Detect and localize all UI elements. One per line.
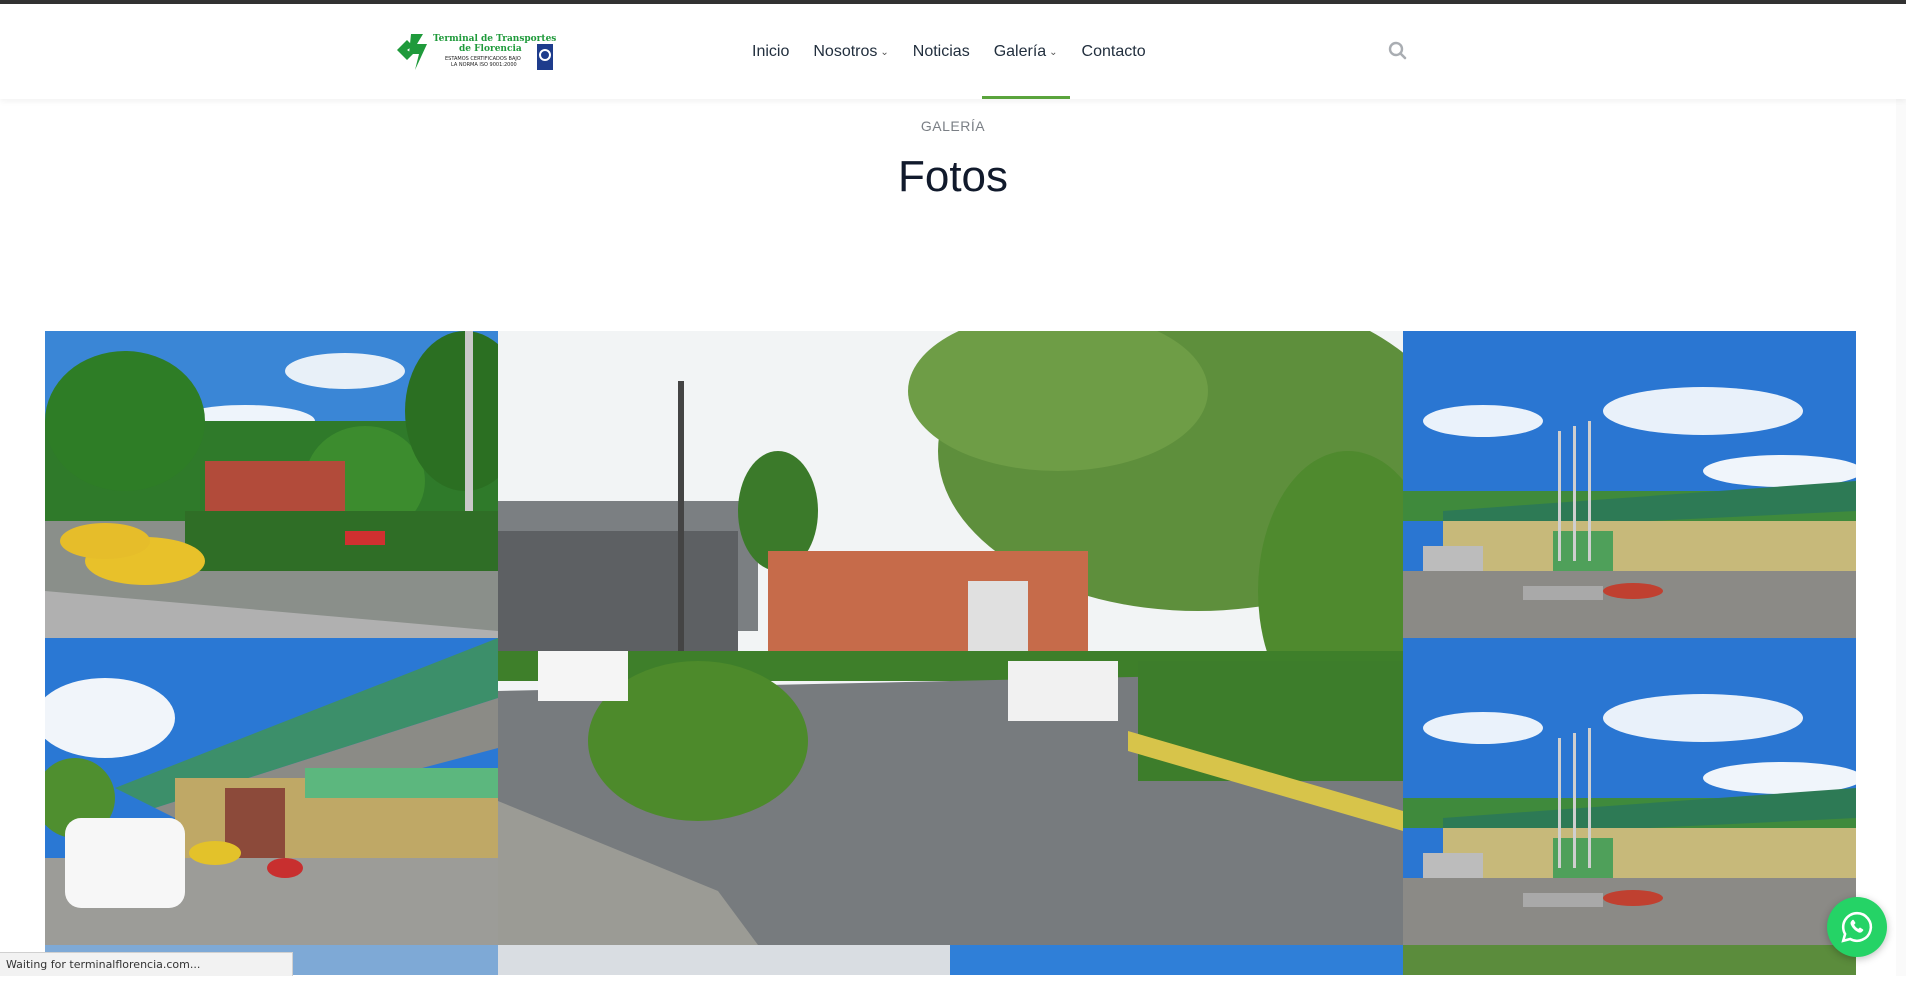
- search-icon: [1388, 41, 1407, 60]
- nav-item-galeria[interactable]: Galería ⌄: [981, 4, 1070, 99]
- photo-image: [45, 638, 498, 945]
- page-subtitle: GALERÍA: [920, 118, 986, 134]
- photo-image: [1403, 331, 1856, 638]
- nav-item-inicio[interactable]: Inicio: [740, 4, 801, 99]
- nav-label-noticias: Noticias: [912, 42, 970, 60]
- whatsapp-icon: [1841, 911, 1873, 943]
- gallery-photo-flags-2[interactable]: [1403, 638, 1856, 945]
- gallery-photo-row3-2[interactable]: [498, 945, 950, 975]
- logo-line-1: Terminal de Transportes: [433, 34, 556, 44]
- chevron-down-icon: ⌄: [1049, 47, 1058, 58]
- gallery-photo-row3-4[interactable]: [1403, 945, 1856, 975]
- logo-line-4: LA NORMA ISO 9001:2000: [451, 62, 517, 68]
- main-nav: Inicio Nosotros ⌄ Noticias Galería ⌄ Con…: [740, 4, 1158, 99]
- logo-line-2: de Florencia: [459, 44, 522, 54]
- photo-gallery: [45, 331, 1856, 991]
- nav-label-contacto: Contacto: [1081, 42, 1146, 60]
- gallery-photo-row3-3[interactable]: [950, 945, 1403, 975]
- gallery-photo-canopy[interactable]: [45, 638, 498, 945]
- photo-image: [498, 331, 1403, 945]
- gallery-photo-flags[interactable]: [1403, 331, 1856, 638]
- whatsapp-button[interactable]: [1827, 897, 1887, 957]
- logo-graphic: Terminal de Transportes de Florencia EST…: [397, 34, 556, 70]
- site-header: Terminal de Transportes de Florencia EST…: [0, 4, 1906, 99]
- page-title: Fotos: [897, 152, 1009, 201]
- nav-item-noticias[interactable]: Noticias: [901, 4, 982, 99]
- nav-label-inicio: Inicio: [752, 42, 790, 60]
- photo-image: [45, 331, 498, 638]
- gallery-photo-taxis[interactable]: [45, 331, 498, 638]
- gallery-photo-road[interactable]: [498, 331, 1403, 945]
- nav-item-contacto[interactable]: Contacto: [1070, 4, 1158, 99]
- nav-item-nosotros[interactable]: Nosotros ⌄: [801, 4, 900, 99]
- nav-label-nosotros: Nosotros: [813, 42, 878, 60]
- photo-image: [1403, 638, 1856, 945]
- browser-status-bar: Waiting for terminalflorencia.com...: [0, 952, 293, 976]
- page-scrollbar[interactable]: [1896, 4, 1906, 976]
- chevron-down-icon: ⌄: [880, 47, 889, 58]
- site-logo[interactable]: Terminal de Transportes de Florencia EST…: [397, 30, 557, 74]
- search-button[interactable]: [1387, 40, 1409, 62]
- nav-label-galeria: Galería: [993, 42, 1047, 60]
